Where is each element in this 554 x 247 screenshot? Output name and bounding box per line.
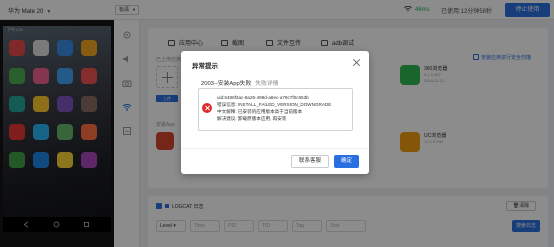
error-heading-text: 2003--安装App失败 <box>201 81 252 87</box>
error-lines: uid:6486f3ac-8a26-499d-a8ec-a79c7f0c653b… <box>217 94 331 122</box>
error-uid: uid:6486f3ac-8a26-499d-a8ec-a79c7f0c653b <box>217 95 309 100</box>
confirm-button[interactable]: 确定 <box>334 155 359 168</box>
contact-support-button[interactable]: 联系客服 <box>291 155 329 168</box>
error-suggestion: 解决建议: 卸载原版本应用, 再安装 <box>217 116 287 121</box>
error-icon <box>202 103 212 113</box>
close-icon[interactable] <box>353 58 361 66</box>
error-details-box: uid:6486f3ac-8a26-499d-a8ec-a79c7f0c653b… <box>198 88 353 131</box>
error-message: 错误信息: INSTALL_FAILED_VERSION_DOWNGRADE <box>217 102 332 107</box>
failure-detail-link[interactable]: 失败详情 <box>255 81 278 87</box>
error-heading: 2003--安装App失败 失败详情 <box>201 78 278 87</box>
error-explanation: 中文解释: 已安装的应用版本高于当前版本 <box>217 109 303 114</box>
error-dialog: 异常提示 2003--安装App失败 失败详情 uid:6486f3ac-8a26… <box>181 51 369 174</box>
dialog-footer: 联系客服 确定 <box>181 148 369 174</box>
dialog-title: 异常提示 <box>192 63 218 70</box>
